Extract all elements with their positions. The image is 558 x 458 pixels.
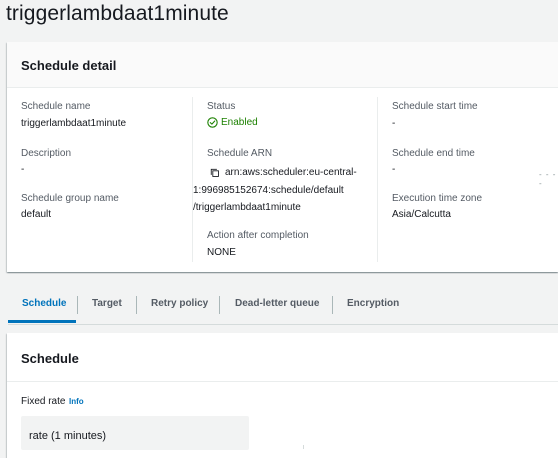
description-value: - [21, 164, 25, 175]
schedule-group-value: default [21, 209, 52, 220]
tab-target[interactable]: Target [92, 298, 122, 309]
status-label: Status [207, 101, 236, 112]
decorative-dashes: - - - - [539, 170, 557, 188]
decorative-tick [303, 445, 304, 449]
schedule-end-time-label: Schedule end time [392, 148, 475, 159]
tab-divider [219, 296, 220, 314]
schedule-arn-line-2: 1:996985152674:schedule/default [193, 185, 344, 196]
schedule-name-value: triggerlambdaat1minute [21, 118, 127, 129]
schedule-detail-title: Schedule detail [21, 58, 117, 73]
schedule-arn-label: Schedule ARN [207, 148, 273, 159]
schedule-start-time-label: Schedule start time [392, 101, 478, 112]
active-tab-indicator [8, 320, 76, 323]
rate-value-box: rate (1 minutes) [21, 416, 249, 450]
action-after-completion-value: NONE [207, 247, 236, 258]
schedule-detail-header: Schedule detail [7, 42, 558, 88]
copy-icon[interactable] [210, 168, 220, 178]
tab-divider [77, 296, 78, 314]
schedule-arn-line-3: /triggerlambdaat1minute [193, 202, 301, 213]
action-after-completion-label: Action after completion [207, 230, 309, 241]
schedule-detail-card: Schedule detail Schedule name triggerlam… [7, 42, 558, 272]
schedule-start-time-value: - [392, 118, 396, 129]
column-divider [377, 97, 378, 262]
description-label: Description [21, 148, 72, 159]
fixed-rate-label: Fixed rate [21, 396, 66, 407]
tab-schedule[interactable]: Schedule [22, 298, 66, 309]
schedule-card-header: Schedule [7, 333, 558, 382]
status-badge: Enabled [207, 117, 258, 128]
status-value: Enabled [221, 117, 258, 128]
tab-divider [136, 296, 137, 314]
schedule-card: Schedule Fixed rate Info rate (1 minutes… [7, 333, 558, 458]
execution-time-zone-label: Execution time zone [392, 193, 483, 204]
page-title: triggerlambdaat1minute [6, 2, 229, 25]
tab-dead-letter-queue[interactable]: Dead-letter queue [235, 298, 319, 309]
rate-value: rate (1 minutes) [29, 430, 107, 442]
schedule-group-label: Schedule group name [21, 193, 119, 204]
tab-retry-policy[interactable]: Retry policy [151, 298, 208, 309]
execution-time-zone-value: Asia/Calcutta [392, 209, 451, 220]
schedule-arn-line-1: arn:aws:scheduler:eu-central- [225, 167, 357, 178]
column-divider [192, 97, 193, 262]
tab-bar: Schedule Target Retry policy Dead-letter… [8, 286, 558, 325]
info-link[interactable]: Info [69, 397, 84, 406]
tab-encryption[interactable]: Encryption [347, 298, 399, 309]
schedule-end-time-value: - [392, 164, 396, 175]
check-circle-icon [207, 117, 218, 128]
tab-divider [332, 296, 333, 314]
schedule-card-title: Schedule [21, 351, 79, 366]
schedule-name-label: Schedule name [21, 101, 91, 112]
